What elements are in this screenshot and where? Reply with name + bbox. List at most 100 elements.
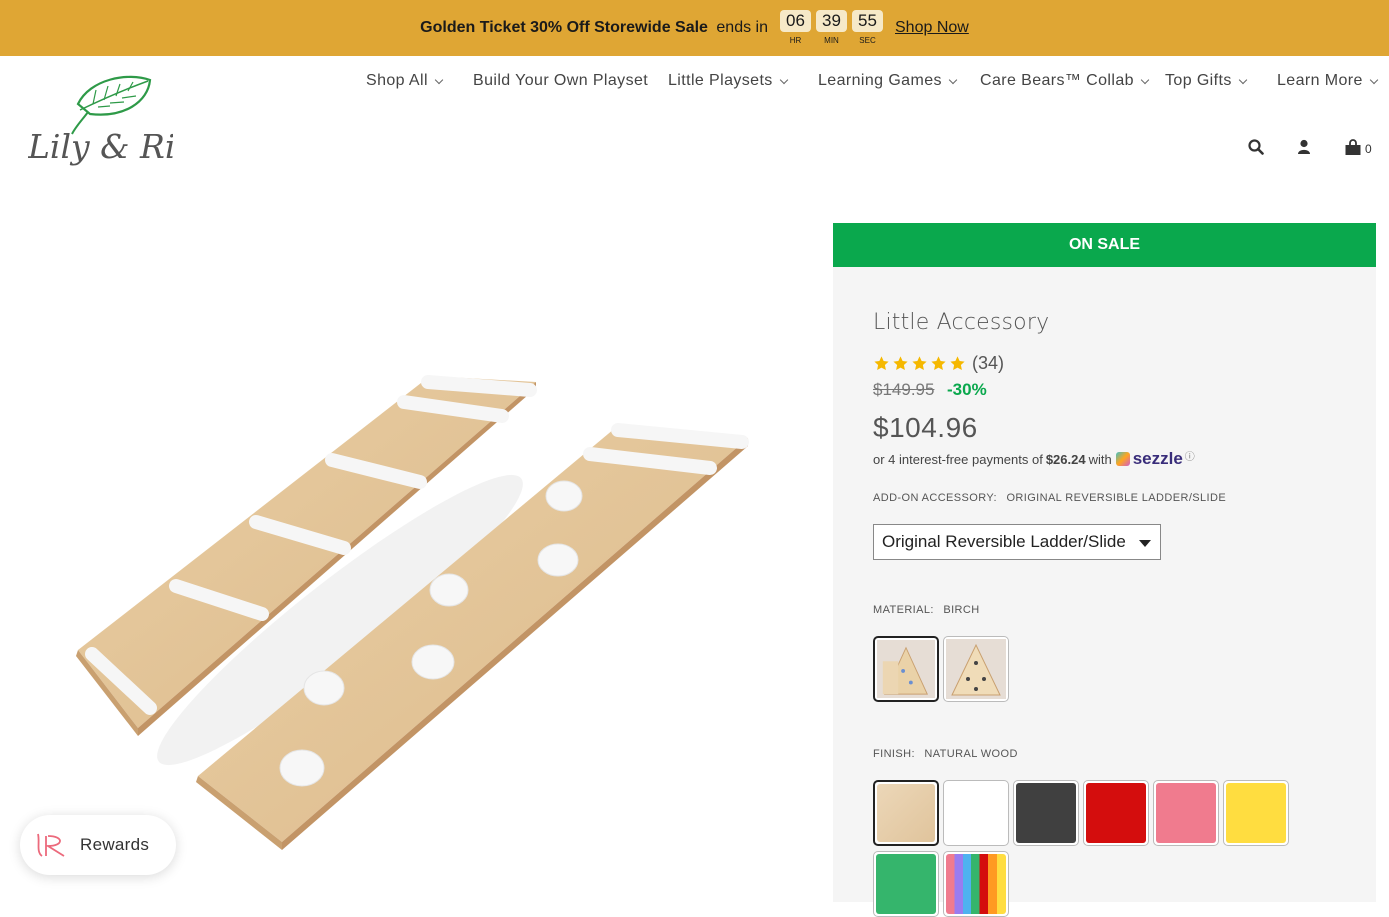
current-price: $104.96 [873,412,978,443]
timer-hours-value: 06 [780,10,811,32]
discount-percent: -30% [947,380,987,399]
finish-swatch-fill [877,784,935,842]
nav-top-gifts-label: Top Gifts [1165,72,1232,89]
sezzle-logo: sezzle [1115,449,1183,469]
nav-build-playset[interactable]: Build Your Own Playset [473,71,668,91]
account-icon[interactable] [1297,139,1311,155]
finish-swatch-fill [1016,783,1076,843]
product-title: Little Accessory [873,310,1050,335]
sezzle-brand: sezzle [1132,449,1183,468]
main-nav: Shop All Build Your Own Playset Little P… [366,71,1379,91]
nav-learn-more[interactable]: Learn More [1277,71,1379,91]
addon-label: ADD-ON ACCESSORY: ORIGINAL REVERSIBLE LA… [873,492,1226,504]
finish-swatch-rainbow[interactable] [943,851,1009,917]
finish-swatch-yellow[interactable] [1223,780,1289,846]
addon-value: ORIGINAL REVERSIBLE LADDER/SLIDE [1006,492,1227,504]
leaf-logo-icon: Lily & River [27,75,232,166]
on-sale-banner: ON SALE [833,223,1376,267]
addon-select[interactable]: Original Reversible Ladder/Slide [873,524,1161,560]
finish-swatch-fill [1156,783,1216,843]
product-image[interactable] [40,330,800,870]
finish-swatch-fill [946,854,1006,914]
timer-minutes: 39 MIN [816,10,847,46]
finish-swatch-white[interactable] [943,780,1009,846]
finish-swatch-charcoal[interactable] [1013,780,1079,846]
ladder-slide-image [76,375,749,850]
announcement-message: Golden Ticket 30% Off Storewide Sale end… [420,19,768,37]
finish-swatch-green[interactable] [873,851,939,917]
nav-care-bears[interactable]: Care Bears™ Collab [980,71,1165,91]
review-count: (34) [972,353,1005,373]
finish-label-text: FINISH: [873,748,915,760]
star-icon [893,356,908,371]
compare-at-price: $149.95 [873,380,935,399]
nav-little-playsets-label: Little Playsets [668,72,773,89]
timer-hours: 06 HR [780,10,811,46]
chevron-down-icon [779,75,788,84]
chevron-down-icon [434,75,444,84]
sezzle-amount: $26.24 [1045,451,1086,467]
finish-swatch-fill [1226,783,1286,843]
material-value: BIRCH [943,604,980,616]
nav-shop-all[interactable]: Shop All [366,71,473,91]
finish-swatch-fill [946,783,1006,843]
search-icon[interactable] [1248,139,1264,155]
sezzle-widget: or 4 interest-free payments of $26.24 wi… [873,449,1195,469]
material-label-text: MATERIAL: [873,604,934,616]
star-icon [931,356,946,371]
nav-care-bears-label: Care Bears™ Collab [980,72,1134,89]
birch-triangle-thumbnail [877,640,935,698]
nav-shop-all-label: Shop All [366,72,428,89]
nav-learning-games[interactable]: Learning Games [818,71,980,91]
sezzle-suffix: with [1088,451,1112,467]
timer-minutes-label: MIN [824,36,839,45]
cart-count: 0 [1365,142,1372,156]
shop-now-link[interactable]: Shop Now [895,19,969,37]
finish-swatch-pink[interactable] [1153,780,1219,846]
addon-label-text: ADD-ON ACCESSORY: [873,492,997,504]
site-logo[interactable]: Lily & River [27,74,232,176]
nav-learning-games-label: Learning Games [818,72,942,89]
nav-little-playsets[interactable]: Little Playsets [668,71,818,91]
rewards-launcher[interactable]: Rewards [20,815,176,875]
timer-seconds: 55 SEC [852,10,883,46]
material-label: MATERIAL: BIRCH [873,604,980,616]
star-icon [950,356,965,371]
finish-swatch-fill [876,854,936,914]
timer-seconds-value: 55 [852,10,883,32]
star-icon [874,356,889,371]
sezzle-mark-icon [1115,452,1130,466]
sezzle-prefix: or 4 interest-free payments of [873,451,1043,467]
nav-build-playset-label: Build Your Own Playset [473,72,649,89]
announcement-bold: Golden Ticket 30% Off Storewide Sale [420,19,708,36]
star-icon [912,356,927,371]
finish-swatch-fill [1086,783,1146,843]
finish-swatch-natural-wood[interactable] [873,780,939,846]
timer-seconds-label: SEC [859,36,876,45]
cart-icon[interactable] [1344,139,1362,156]
lily-river-rewards-icon [37,833,65,857]
countdown-timer: 06 HR 39 MIN 55 SEC [780,10,883,46]
announcement-bar: Golden Ticket 30% Off Storewide Sale end… [0,0,1389,56]
caret-down-icon [1139,540,1151,547]
chevron-down-icon [1140,75,1150,84]
finish-label: FINISH: NATURAL WOOD [873,748,1018,760]
nav-top-gifts[interactable]: Top Gifts [1165,71,1277,91]
product-rating[interactable]: (34) [873,353,1004,374]
logo-text: Lily & River [28,127,173,166]
chevron-down-icon [1369,75,1379,84]
announcement-rest: ends in [716,19,768,36]
chevron-down-icon [948,75,958,84]
timer-hours-label: HR [789,36,802,45]
timer-minutes-value: 39 [816,10,847,32]
sezzle-info-icon[interactable]: ⓘ [1185,448,1195,463]
material-swatch-birch[interactable] [873,636,939,702]
finish-value: NATURAL WOOD [924,748,1018,760]
addon-selected-value: Original Reversible Ladder/Slide [882,532,1126,551]
maple-triangle-thumbnail [946,639,1006,699]
finish-swatch-red[interactable] [1083,780,1149,846]
chevron-down-icon [1238,75,1247,84]
rewards-label: Rewards [80,835,150,854]
nav-learn-more-label: Learn More [1277,72,1363,89]
material-swatch-maple[interactable] [943,636,1009,702]
